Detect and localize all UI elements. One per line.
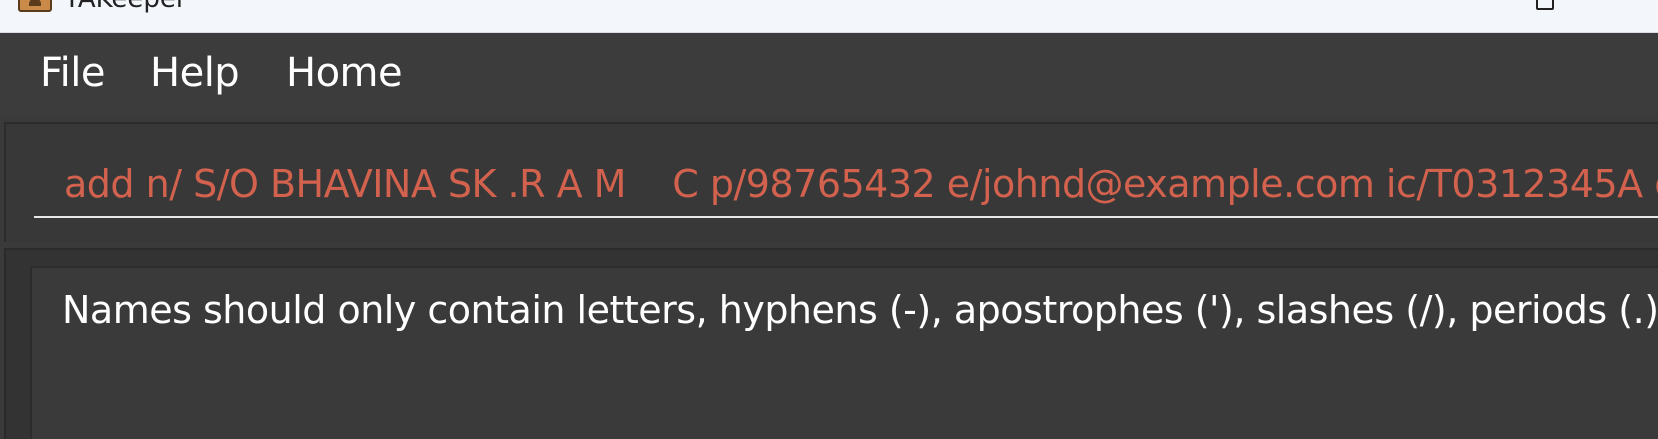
result-message: Names should only contain letters, hyphe… [62, 288, 1658, 332]
menu-home[interactable]: Home [286, 49, 403, 97]
command-input[interactable]: add n/ S/O BHAVINA SK .R A M C p/9876543… [34, 150, 1658, 218]
restore-window-icon[interactable] [1536, 0, 1596, 32]
result-display-panel: Names should only contain letters, hyphe… [4, 248, 1658, 439]
command-box-panel: add n/ S/O BHAVINA SK .R A M C p/9876543… [4, 122, 1658, 242]
app-window: TAKeeper File Help Home add n/ S/O BHAVI… [0, 0, 1658, 439]
menu-bar: File Help Home [0, 33, 1658, 115]
app-logo-icon [18, 0, 52, 12]
window-title: TAKeeper [64, 0, 187, 14]
title-bar: TAKeeper [0, 0, 1658, 33]
menu-help[interactable]: Help [150, 49, 240, 97]
result-display[interactable]: Names should only contain letters, hyphe… [30, 266, 1658, 439]
menu-file[interactable]: File [40, 49, 105, 97]
